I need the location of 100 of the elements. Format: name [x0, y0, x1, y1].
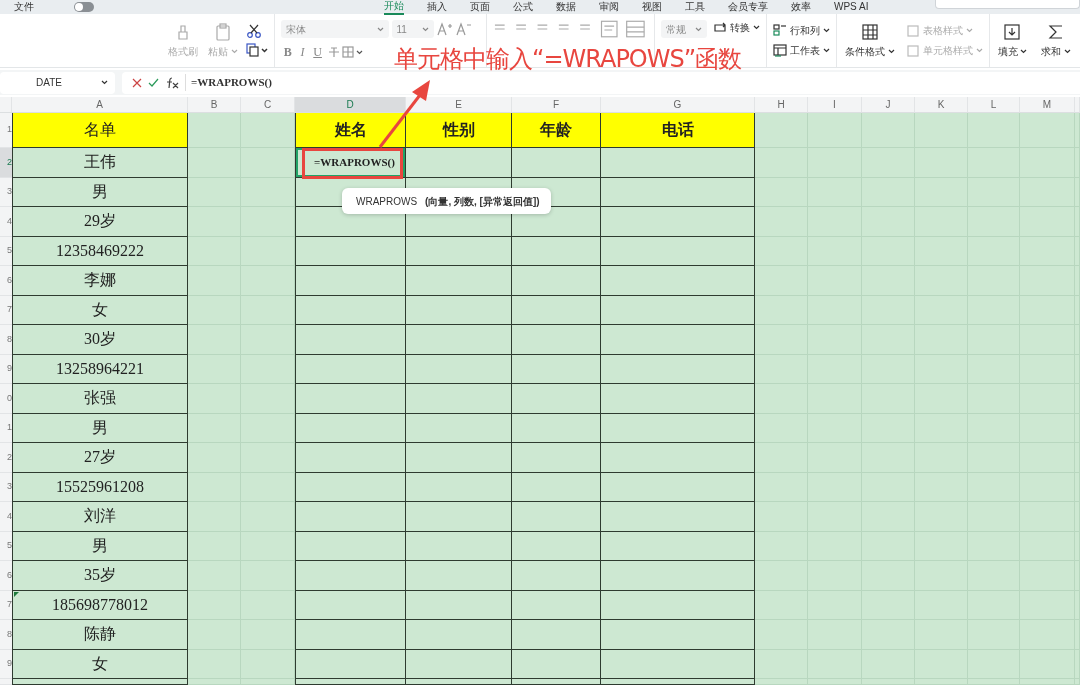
- column-header[interactable]: F: [512, 97, 601, 113]
- font-select[interactable]: 宋体: [280, 20, 389, 38]
- column-header[interactable]: G: [601, 97, 755, 113]
- row-header[interactable]: 9: [0, 649, 12, 679]
- row-header[interactable]: 6: [0, 266, 12, 296]
- table-cell: 15525961208: [12, 472, 188, 502]
- column-header[interactable]: E: [406, 97, 512, 113]
- menu-tab[interactable]: 会员专享: [728, 0, 768, 15]
- row-header[interactable]: 1: [0, 113, 12, 148]
- search-field[interactable]: [935, 0, 1080, 9]
- copy-icon[interactable]: [245, 43, 268, 57]
- column-header[interactable]: L: [968, 97, 1020, 113]
- row-header[interactable]: 5: [0, 531, 12, 561]
- file-menu[interactable]: 文件: [14, 0, 34, 14]
- table-cell: 30岁: [12, 325, 188, 355]
- table-style-icon: [906, 24, 920, 37]
- rows-columns-icon: [772, 24, 787, 37]
- format-button[interactable]: B: [280, 43, 295, 61]
- name-box[interactable]: DATE: [0, 71, 115, 94]
- number-format-select[interactable]: 常规: [660, 20, 707, 38]
- convert-button[interactable]: 转换: [712, 20, 760, 35]
- menu-tab[interactable]: 页面: [470, 0, 490, 15]
- toggle-switch[interactable]: [74, 2, 94, 12]
- cell-frame-icon: [906, 44, 920, 57]
- shrink-font-icon[interactable]: [455, 22, 471, 36]
- menu-tab[interactable]: WPS AI: [834, 0, 869, 15]
- menu-tab[interactable]: 视图: [642, 0, 662, 15]
- fill-down-icon: [1003, 22, 1022, 41]
- row-header[interactable]: 1: [0, 413, 12, 443]
- button-label: 粘贴: [208, 44, 228, 59]
- column-header[interactable]: A: [12, 97, 188, 113]
- column-header[interactable]: M: [1020, 97, 1075, 113]
- caret-icon: [887, 48, 895, 54]
- font-size-select[interactable]: 11: [391, 20, 434, 38]
- caret-icon: [694, 26, 702, 32]
- table-cell: 29岁: [12, 207, 188, 237]
- menu-tab[interactable]: 效率: [791, 0, 811, 15]
- table-cell: 李娜: [12, 266, 188, 296]
- table-cell: 35岁: [12, 561, 188, 591]
- row-header[interactable]: 7: [0, 295, 12, 325]
- table-cell: 刘洋: [12, 502, 188, 532]
- format-button[interactable]: U: [310, 43, 325, 61]
- row-header[interactable]: 3: [0, 177, 12, 207]
- row-header[interactable]: 6: [0, 561, 12, 591]
- table-cell: 12358469222: [12, 236, 188, 266]
- column-header[interactable]: I: [808, 97, 862, 113]
- menu-tab[interactable]: 审阅: [599, 0, 619, 15]
- table-cell: 张强: [12, 384, 188, 414]
- ribbon-button[interactable]: 行和列: [772, 23, 830, 38]
- row-header[interactable]: 4: [0, 207, 12, 237]
- button-label: 格式刷: [168, 44, 198, 59]
- column-header[interactable]: B: [188, 97, 241, 113]
- button-label: 条件格式: [844, 44, 885, 59]
- row-header[interactable]: 2: [0, 443, 12, 473]
- scissors-icon[interactable]: [245, 24, 262, 38]
- ribbon-button[interactable]: 工作表: [772, 43, 830, 58]
- row-header[interactable]: 8: [0, 620, 12, 650]
- table-cell: 性别: [406, 113, 512, 148]
- table-cell: 年龄: [512, 113, 601, 148]
- border-icon[interactable]: [342, 46, 365, 58]
- clipboard-icon: [213, 22, 232, 41]
- ribbon-button[interactable]: 填充: [995, 22, 1030, 59]
- column-header[interactable]: C: [241, 97, 295, 113]
- row-header[interactable]: 7: [0, 590, 12, 620]
- table-cell: 185698778012: [12, 590, 188, 620]
- caret-icon: [376, 26, 384, 32]
- conditional-format-button[interactable]: 条件格式: [842, 22, 897, 59]
- column-header[interactable]: H: [755, 97, 808, 113]
- button-label: 求和: [1041, 44, 1062, 59]
- table-cell: 名单: [12, 113, 188, 148]
- row-header[interactable]: 5: [0, 236, 12, 266]
- row-header[interactable]: 2: [0, 148, 12, 178]
- annotation-text: 单元格中输入“=WRAPOWS”函数: [394, 44, 742, 74]
- strikethrough-icon[interactable]: [327, 46, 340, 58]
- table-cell: 女: [12, 295, 188, 325]
- cancel-icon[interactable]: [132, 77, 142, 88]
- row-header[interactable]: 4: [0, 502, 12, 532]
- function-icon[interactable]: [165, 76, 179, 89]
- convert-icon: [712, 21, 727, 34]
- column-header[interactable]: D: [295, 97, 406, 113]
- menu-tab[interactable]: 数据: [556, 0, 576, 15]
- menu-tab[interactable]: 公式: [513, 0, 533, 15]
- menu-tab[interactable]: 工具: [685, 0, 705, 15]
- column-header[interactable]: K: [915, 97, 968, 113]
- confirm-icon[interactable]: [148, 77, 159, 88]
- row-header[interactable]: 3: [0, 472, 12, 502]
- grow-font-icon[interactable]: [436, 22, 453, 36]
- worksheet-icon: [772, 44, 787, 57]
- annotation-arrow: [378, 80, 430, 148]
- menu-tab[interactable]: 开始: [384, 0, 404, 15]
- row-header[interactable]: 0: [0, 384, 12, 414]
- column-header[interactable]: J: [862, 97, 915, 113]
- function-tooltip: WRAPROWS (向量, 列数, [异常返回值]): [342, 188, 551, 214]
- formula-field[interactable]: =WRAPROWS(): [122, 71, 1080, 94]
- menu-tab[interactable]: 插入: [427, 0, 447, 15]
- caret-icon: [752, 25, 760, 30]
- row-header[interactable]: 8: [0, 325, 12, 355]
- row-header[interactable]: 9: [0, 354, 12, 384]
- ribbon-button[interactable]: 求和: [1039, 22, 1073, 59]
- format-button[interactable]: I: [297, 43, 308, 61]
